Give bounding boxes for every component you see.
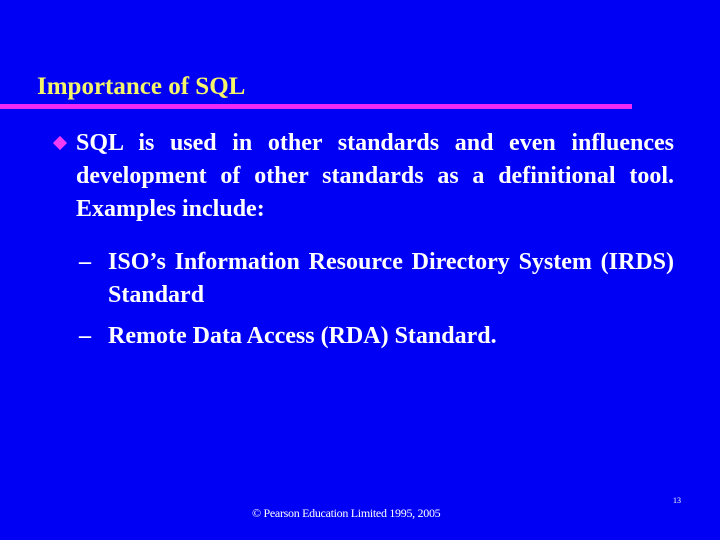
sub-bullet-text: ISO’s Information Resource Directory Sys… <box>108 249 674 308</box>
page-number: 13 <box>673 496 681 505</box>
copyright-footer: © Pearson Education Limited 1995, 2005 <box>252 506 441 520</box>
main-bullet-text: SQL is used in other standards and even … <box>76 130 674 222</box>
slide-title: Importance of SQL <box>37 73 246 100</box>
sub-bullet-item: – Remote Data Access (RDA) Standard. <box>79 320 674 353</box>
dash-bullet-icon: – <box>79 323 91 349</box>
sub-bullet-text: Remote Data Access (RDA) Standard. <box>108 323 497 349</box>
dash-bullet-icon: – <box>79 249 91 275</box>
diamond-bullet-icon <box>52 135 68 151</box>
title-underline-rule <box>0 104 632 109</box>
sub-bullet-item: – ISO’s Information Resource Directory S… <box>79 246 674 312</box>
